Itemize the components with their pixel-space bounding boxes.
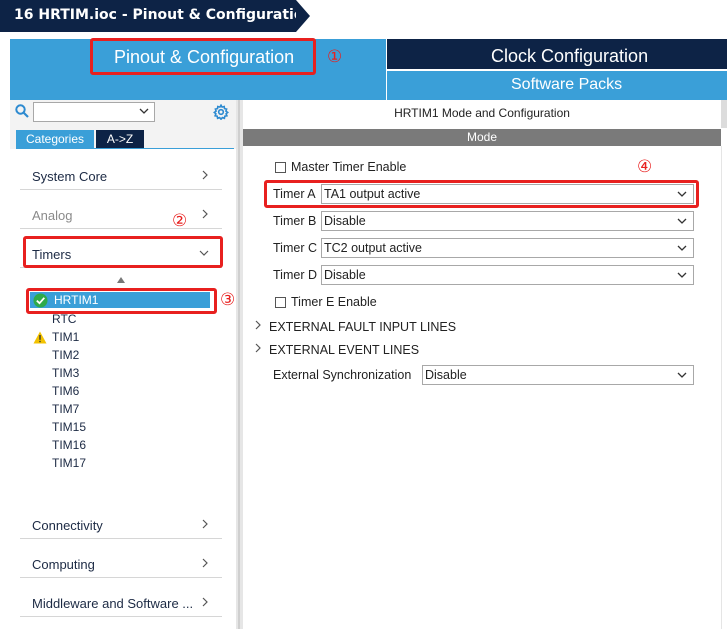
timer-c-label: Timer C xyxy=(273,241,317,255)
file-tab[interactable]: 16 HRTIM.ioc - Pinout & Configuration xyxy=(0,0,313,32)
chevron-right-icon xyxy=(202,597,208,607)
annotation-box-1 xyxy=(90,38,316,75)
list-item-tim7[interactable]: TIM7 xyxy=(52,402,79,416)
chevron-down-icon xyxy=(677,272,687,278)
tab-categories[interactable]: Categories xyxy=(16,130,94,148)
scroll-up-icon[interactable] xyxy=(117,277,125,283)
breadcrumb-arrow-icon xyxy=(296,0,310,32)
annotation-number-3: ③ xyxy=(220,290,236,310)
timer-d-select[interactable]: Disable xyxy=(321,265,694,285)
external-sync-label: External Synchronization xyxy=(273,368,412,382)
tab-clock-configuration[interactable]: Clock Configuration xyxy=(387,39,727,69)
category-label: Computing xyxy=(32,557,95,572)
panel-title: HRTIM1 Mode and Configuration xyxy=(394,106,570,120)
annotation-box-3 xyxy=(26,288,217,314)
external-event-lines-section[interactable]: EXTERNAL EVENT LINES xyxy=(269,343,419,357)
window-title: 16 HRTIM.ioc - Pinout & Configuration xyxy=(14,7,314,23)
list-item-tim3[interactable]: TIM3 xyxy=(52,366,79,380)
chevron-down-icon xyxy=(139,108,149,114)
annotation-number-2: ② xyxy=(172,211,188,231)
category-connectivity[interactable]: Connectivity xyxy=(20,511,222,539)
expand-arrow-icon[interactable] xyxy=(254,343,262,353)
annotation-box-2 xyxy=(23,236,223,268)
category-computing[interactable]: Computing xyxy=(20,550,222,578)
annotation-box-4 xyxy=(264,180,699,208)
chevron-right-icon xyxy=(202,558,208,568)
tab-software-packs-label: Software Packs xyxy=(511,76,623,93)
annotation-number-4: ④ xyxy=(637,157,653,177)
chevron-down-icon xyxy=(677,218,687,224)
gear-icon[interactable] xyxy=(213,104,229,120)
timer-c-value: TC2 output active xyxy=(324,241,422,255)
chevron-down-icon xyxy=(677,372,687,378)
category-label: Connectivity xyxy=(32,518,103,533)
title-bar: 16 HRTIM.ioc - Pinout & Configuration xyxy=(0,0,727,32)
list-item-tim1[interactable]: TIM1 xyxy=(52,330,79,344)
external-sync-select[interactable]: Disable xyxy=(422,365,694,385)
list-item-rtc[interactable]: RTC xyxy=(52,312,76,326)
category-label: Analog xyxy=(32,208,73,223)
list-item-tim2[interactable]: TIM2 xyxy=(52,348,79,362)
timer-b-select[interactable]: Disable xyxy=(321,211,694,231)
master-timer-label: Master Timer Enable xyxy=(291,160,407,174)
expand-arrow-icon[interactable] xyxy=(254,320,262,330)
chevron-down-icon xyxy=(677,245,687,251)
category-system-core[interactable]: System Core xyxy=(20,162,222,190)
scrollbar-top[interactable] xyxy=(721,100,727,128)
external-sync-value: Disable xyxy=(425,368,467,382)
splitter-line xyxy=(238,100,240,629)
category-label: System Core xyxy=(32,169,108,184)
list-item-tim15[interactable]: TIM15 xyxy=(52,420,86,434)
annotation-number-1: ① xyxy=(327,47,343,67)
timer-e-label: Timer E Enable xyxy=(291,295,377,309)
scrollbar-track[interactable] xyxy=(721,146,727,629)
timer-b-label: Timer B xyxy=(273,214,317,228)
category-middleware[interactable]: Middleware and Software ... xyxy=(20,589,222,617)
chevron-right-icon xyxy=(202,519,208,529)
tab-software-packs[interactable]: Software Packs xyxy=(387,71,727,100)
tab-underline xyxy=(16,148,234,149)
timer-b-value: Disable xyxy=(324,214,366,228)
search-input[interactable] xyxy=(33,102,155,122)
mode-section-header: Mode xyxy=(243,129,721,146)
timer-e-checkbox[interactable] xyxy=(275,297,286,308)
timer-d-label: Timer D xyxy=(273,268,317,282)
list-item-tim6[interactable]: TIM6 xyxy=(52,384,79,398)
timer-d-value: Disable xyxy=(324,268,366,282)
search-icon[interactable] xyxy=(15,104,29,118)
category-analog[interactable]: Analog xyxy=(20,201,222,229)
tab-a-z[interactable]: A->Z xyxy=(96,130,144,148)
timer-c-select[interactable]: TC2 output active xyxy=(321,238,694,258)
list-item-tim17[interactable]: TIM17 xyxy=(52,456,86,470)
tab-clock-label: Clock Configuration xyxy=(491,46,649,66)
category-label: Middleware and Software ... xyxy=(32,596,194,611)
external-fault-lines-section[interactable]: EXTERNAL FAULT INPUT LINES xyxy=(269,320,456,334)
chevron-right-icon xyxy=(202,209,208,219)
master-timer-checkbox[interactable] xyxy=(275,162,286,173)
warning-icon xyxy=(33,331,47,344)
list-item-tim16[interactable]: TIM16 xyxy=(52,438,86,452)
chevron-right-icon xyxy=(202,170,208,180)
